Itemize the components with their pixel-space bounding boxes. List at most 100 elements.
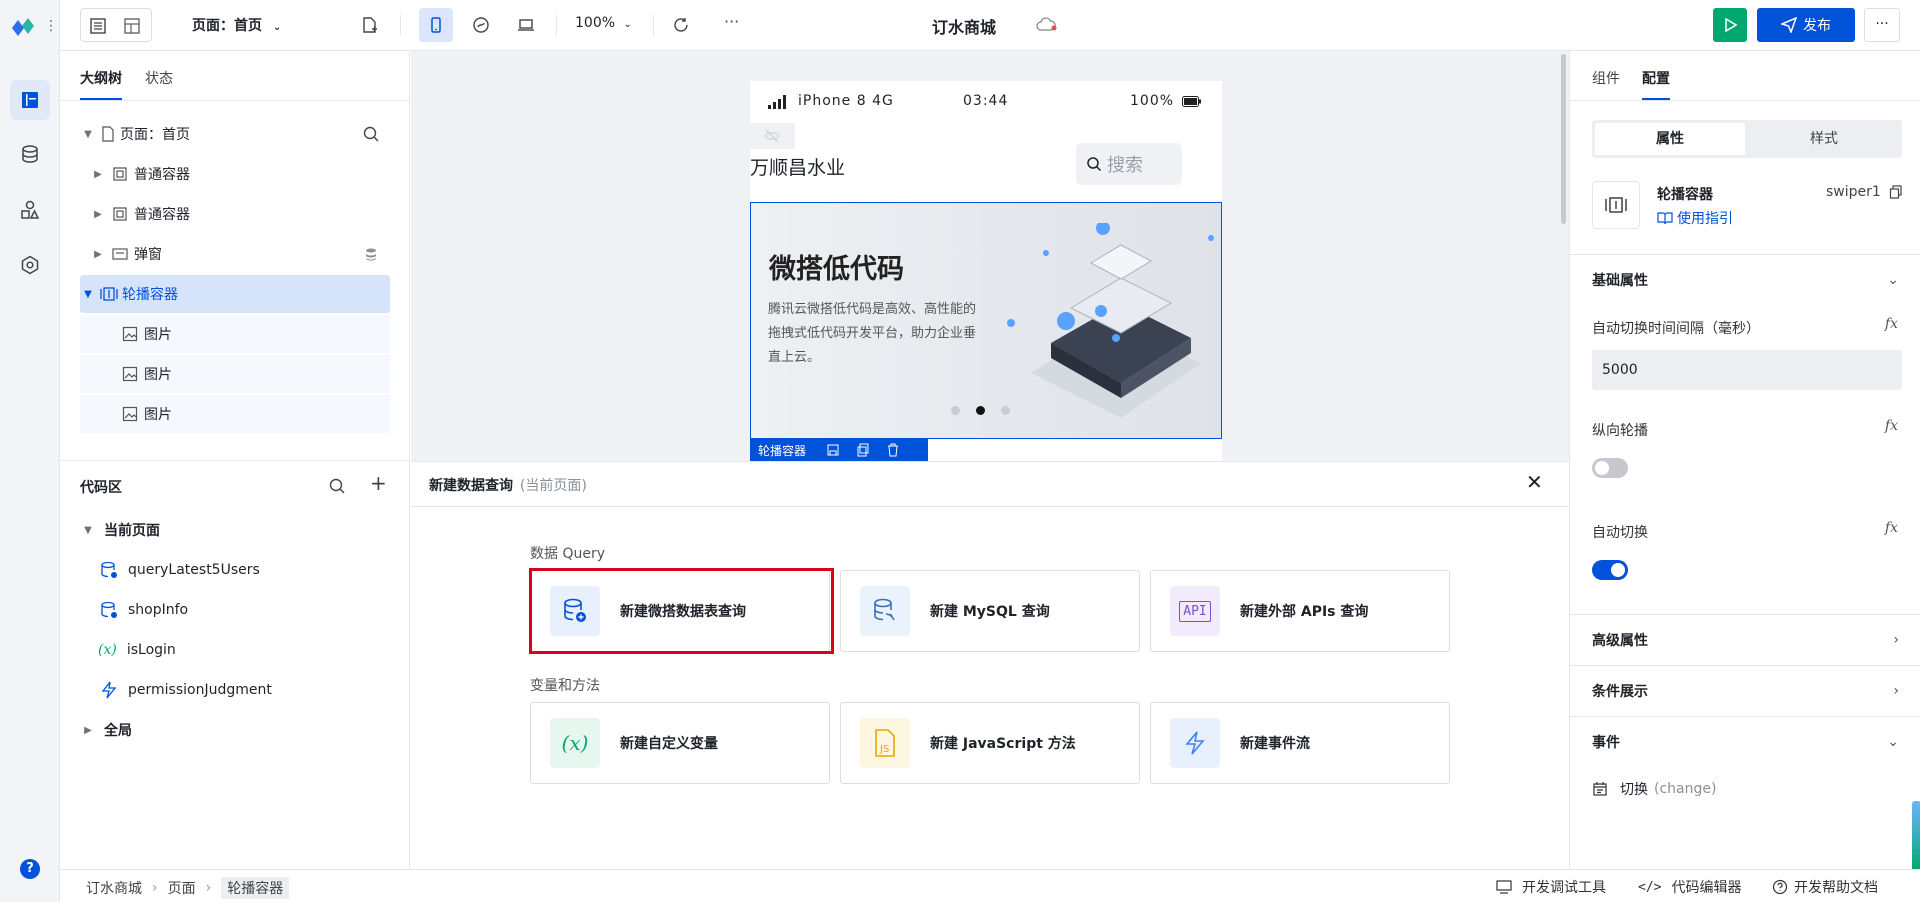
side-widget[interactable]: [1912, 801, 1920, 871]
battery-icon: [1182, 96, 1201, 107]
tab-outline-tree[interactable]: 大纲树: [80, 68, 122, 100]
new-event-flow-card[interactable]: 新建事件流: [1150, 702, 1450, 784]
swiper-dot-active[interactable]: [976, 406, 985, 415]
breadcrumb: 订水商城 › 页面 › 轮播容器: [86, 877, 290, 899]
more-menu-button[interactable]: ···: [1864, 8, 1900, 42]
page-selector[interactable]: 页面：首页 ⌄: [192, 15, 281, 35]
visibility-toggle[interactable]: [750, 123, 795, 149]
add-page-button[interactable]: [352, 8, 386, 42]
grid-view-icon[interactable]: [123, 17, 141, 35]
mobile-icon: [431, 17, 441, 33]
tree-item-image-2[interactable]: 图片: [80, 355, 390, 393]
search-icon[interactable]: [328, 477, 346, 495]
tree-item-container-2[interactable]: ▶ 普通容器: [80, 195, 390, 233]
breadcrumb-item-current[interactable]: 轮播容器: [221, 877, 290, 899]
app-switch-icon[interactable]: ⋮: [44, 18, 58, 34]
dev-docs-button[interactable]: 开发帮助文档: [1772, 877, 1878, 897]
signal-icon: [768, 95, 786, 109]
canvas-scrollbar[interactable]: [1561, 54, 1566, 224]
publish-label: 发布: [1803, 18, 1831, 34]
section-conditional-display[interactable]: 条件展示 ›: [1570, 665, 1920, 715]
global-group[interactable]: ▶ 全局: [80, 713, 132, 747]
outline-panel-button[interactable]: [10, 80, 50, 120]
autoplay-toggle[interactable]: [1592, 560, 1628, 580]
devtools-button[interactable]: 开发调试工具: [1496, 877, 1606, 897]
close-icon[interactable]: ✕: [1526, 470, 1543, 494]
design-canvas[interactable]: iPhone 8 4G 03:44 100% 万顺昌水业 搜索 微搭低代码 腾讯…: [411, 51, 1569, 461]
chevron-right-icon: ›: [1893, 631, 1899, 648]
tree-item-modal[interactable]: ▶ 弹窗: [80, 235, 390, 273]
current-page-group[interactable]: ▼ 当前页面: [80, 513, 160, 547]
section-basic-properties[interactable]: 基础属性 ⌄: [1570, 254, 1920, 304]
save-icon[interactable]: [826, 443, 840, 457]
code-item-islogin[interactable]: (x) isLogin: [98, 633, 176, 667]
new-custom-variable-card[interactable]: (x) 新建自定义变量: [530, 702, 830, 784]
run-button[interactable]: [1713, 8, 1747, 42]
tab-components[interactable]: 组件: [1592, 68, 1620, 88]
data-source-button[interactable]: [10, 134, 50, 174]
swiper-container[interactable]: 微搭低代码 腾讯云微搭低代码是高效、高性能的拖拽式低代码开发平台，助力企业垂直上…: [750, 202, 1222, 439]
tree-item-container-1[interactable]: ▶ 普通容器: [80, 155, 390, 193]
fx-binding-icon[interactable]: fx: [1885, 520, 1898, 536]
new-javascript-method-card[interactable]: JS 新建 JavaScript 方法: [840, 702, 1140, 784]
code-editor-button[interactable]: </> 代码编辑器: [1638, 877, 1741, 897]
section-advanced-properties[interactable]: 高级属性 ›: [1570, 614, 1920, 664]
top-toolbar: 页面：首页 ⌄ 100% ⌄ ··· 订水商城 发布 ···: [60, 0, 1920, 51]
usage-guide-link[interactable]: 使用指引: [1657, 208, 1733, 228]
seg-properties[interactable]: 属性: [1595, 123, 1745, 155]
phone-preview: iPhone 8 4G 03:44 100% 万顺昌水业 搜索 微搭低代码 腾讯…: [750, 81, 1222, 461]
copy-icon[interactable]: [856, 443, 870, 457]
refresh-button[interactable]: [664, 8, 698, 42]
interval-input[interactable]: 5000: [1592, 350, 1902, 390]
search-icon[interactable]: [362, 125, 380, 143]
desktop-view-button[interactable]: [509, 8, 543, 42]
list-view-icon[interactable]: [89, 17, 107, 35]
chevron-down-icon: ⌄: [272, 22, 282, 33]
database-icon: [101, 561, 117, 578]
fx-binding-icon[interactable]: fx: [1885, 316, 1898, 332]
hexagon-settings-icon: [21, 255, 39, 275]
event-item-change[interactable]: 切换 (change): [1592, 779, 1716, 799]
help-icon[interactable]: ?: [20, 859, 40, 879]
publish-button[interactable]: 发布: [1757, 8, 1855, 42]
zoom-selector[interactable]: 100% ⌄: [575, 15, 632, 31]
guide-label: 使用指引: [1677, 211, 1733, 227]
tree-item-swiper[interactable]: ▼ 轮播容器: [80, 275, 390, 313]
vertical-swipe-toggle[interactable]: [1592, 458, 1628, 478]
swiper-dot[interactable]: [951, 406, 960, 415]
tree-root-page[interactable]: ▼ 页面：首页: [80, 115, 390, 153]
breadcrumb-item[interactable]: 页面: [168, 878, 196, 898]
fx-binding-icon[interactable]: fx: [1885, 418, 1898, 434]
swiper-indicators: [951, 406, 1010, 415]
tree-label: 图片: [144, 327, 172, 343]
battery-label: 100%: [1130, 93, 1175, 109]
code-item-permissionjudgment[interactable]: permissionJudgment: [100, 673, 272, 707]
mobile-view-button[interactable]: [419, 8, 453, 42]
tree-item-image-1[interactable]: 图片: [80, 315, 390, 353]
settings-button[interactable]: [10, 245, 50, 285]
code-item-querylatest5users[interactable]: queryLatest5Users: [100, 553, 260, 587]
new-mysql-query-card[interactable]: 新建 MySQL 查询: [840, 570, 1140, 652]
tree-label: 图片: [144, 407, 172, 423]
trash-icon[interactable]: [886, 443, 900, 457]
cloud-sync-icon[interactable]: [1036, 17, 1058, 33]
new-external-api-query-card[interactable]: API 新建外部 APIs 查询: [1150, 570, 1450, 652]
code-item-shopinfo[interactable]: shopInfo: [100, 593, 188, 627]
section-events[interactable]: 事件 ⌄: [1570, 716, 1920, 766]
code-brackets-icon: </>: [1638, 879, 1662, 895]
components-button[interactable]: [10, 190, 50, 230]
mini-program-view-button[interactable]: [464, 8, 498, 42]
seg-styles[interactable]: 样式: [1749, 123, 1899, 155]
app-logo[interactable]: [10, 16, 36, 38]
swiper-dot[interactable]: [1001, 406, 1010, 415]
tab-config[interactable]: 配置: [1642, 68, 1670, 100]
copy-icon[interactable]: [1889, 185, 1903, 199]
search-box[interactable]: 搜索: [1076, 143, 1182, 185]
variable-icon: (x): [550, 718, 600, 768]
tab-state[interactable]: 状态: [145, 68, 173, 88]
more-tools-button[interactable]: ···: [724, 12, 739, 31]
tree-item-image-3[interactable]: 图片: [80, 395, 390, 433]
breadcrumb-item[interactable]: 订水商城: [86, 878, 142, 898]
add-icon[interactable]: +: [370, 471, 387, 495]
file-add-icon: [363, 17, 377, 33]
